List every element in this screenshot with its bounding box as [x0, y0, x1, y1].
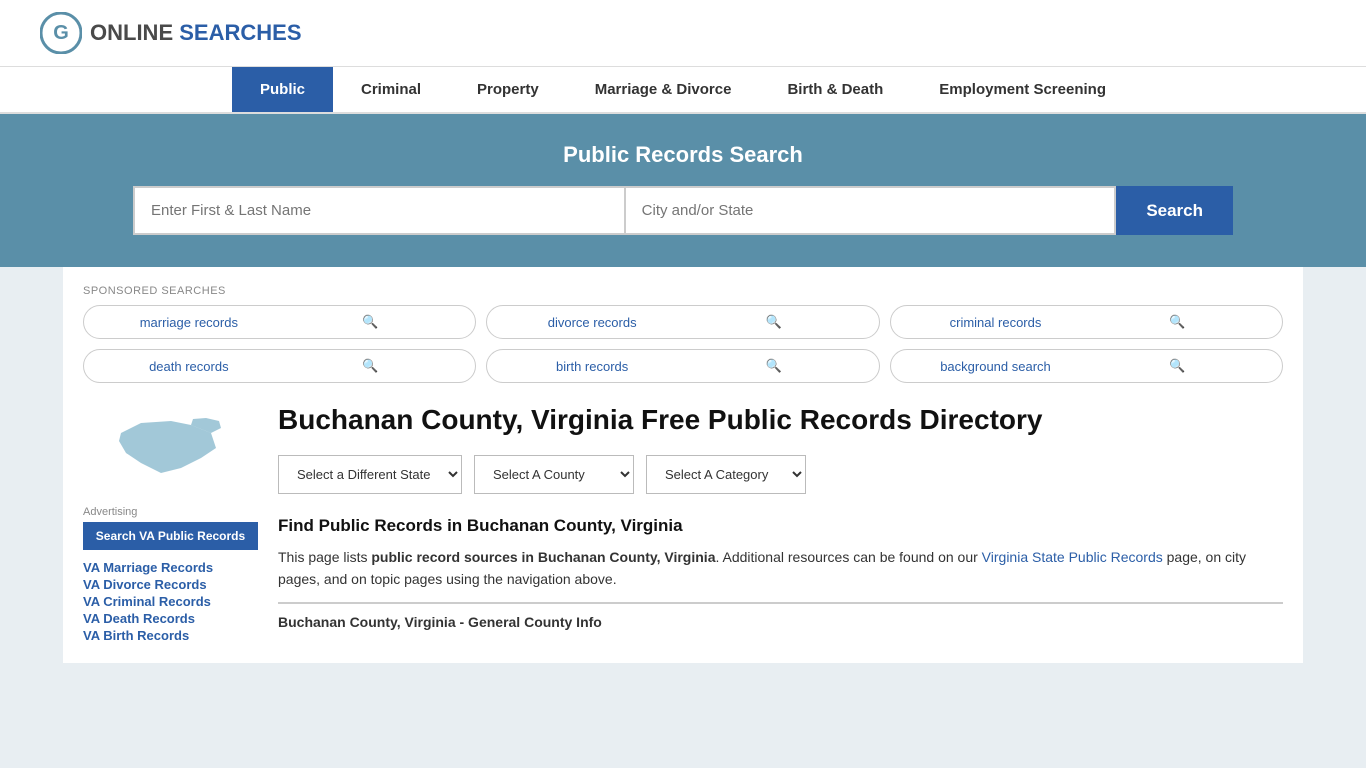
main-nav: Public Criminal Property Marriage & Divo… — [0, 67, 1366, 114]
logo-text: ONLINE SEARCHES — [90, 20, 302, 46]
sponsored-label: SPONSORED SEARCHES — [83, 285, 1283, 297]
site-header: G ONLINE SEARCHES — [0, 0, 1366, 67]
sponsored-pill-background[interactable]: background search 🔍 — [890, 349, 1283, 383]
location-input[interactable] — [625, 186, 1117, 235]
state-image — [83, 403, 258, 496]
category-select[interactable]: Select A Category — [646, 455, 806, 494]
county-section-title: Buchanan County, Virginia - General Coun… — [278, 614, 1283, 630]
dropdowns-row: Select a Different State Select A County… — [278, 455, 1283, 494]
hero-section: Public Records Search Search — [0, 114, 1366, 267]
search-icon-0: 🔍 — [280, 314, 462, 330]
svg-text:G: G — [53, 22, 69, 44]
state-records-link[interactable]: Virginia State Public Records — [982, 549, 1163, 565]
search-icon-4: 🔍 — [683, 358, 865, 374]
sponsored-pill-divorce[interactable]: divorce records 🔍 — [486, 305, 879, 339]
ad-button[interactable]: Search VA Public Records — [83, 522, 258, 550]
hero-title: Public Records Search — [40, 142, 1326, 168]
content-body: Advertising Search VA Public Records VA … — [83, 403, 1283, 643]
logo[interactable]: G ONLINE SEARCHES — [40, 12, 302, 54]
county-select[interactable]: Select A County — [474, 455, 634, 494]
sidebar-link-birth[interactable]: VA Birth Records — [83, 628, 258, 643]
sidebar-link-divorce[interactable]: VA Divorce Records — [83, 577, 258, 592]
nav-public[interactable]: Public — [232, 67, 333, 112]
state-select[interactable]: Select a Different State — [278, 455, 462, 494]
virginia-map — [111, 403, 231, 493]
sidebar-link-marriage[interactable]: VA Marriage Records — [83, 560, 258, 575]
nav-marriage-divorce[interactable]: Marriage & Divorce — [567, 67, 760, 112]
search-button[interactable]: Search — [1116, 186, 1233, 235]
nav-birth-death[interactable]: Birth & Death — [759, 67, 911, 112]
main-content: Buchanan County, Virginia Free Public Re… — [278, 403, 1283, 643]
nav-criminal[interactable]: Criminal — [333, 67, 449, 112]
hero-search-form: Search — [133, 186, 1233, 235]
find-desc: This page lists public record sources in… — [278, 546, 1283, 591]
sidebar: Advertising Search VA Public Records VA … — [83, 403, 258, 643]
name-input[interactable] — [133, 186, 625, 235]
sidebar-links: VA Marriage Records VA Divorce Records V… — [83, 560, 258, 643]
county-section: Buchanan County, Virginia - General Coun… — [278, 602, 1283, 630]
nav-property[interactable]: Property — [449, 67, 567, 112]
nav-employment[interactable]: Employment Screening — [911, 67, 1134, 112]
search-icon-2: 🔍 — [1086, 314, 1268, 330]
search-icon-1: 🔍 — [683, 314, 865, 330]
page-title: Buchanan County, Virginia Free Public Re… — [278, 403, 1283, 437]
logo-icon: G — [40, 12, 82, 54]
sponsored-pill-criminal[interactable]: criminal records 🔍 — [890, 305, 1283, 339]
sponsored-pill-birth[interactable]: birth records 🔍 — [486, 349, 879, 383]
advertising-label: Advertising — [83, 506, 258, 518]
sidebar-link-death[interactable]: VA Death Records — [83, 611, 258, 626]
find-title: Find Public Records in Buchanan County, … — [278, 516, 1283, 536]
sidebar-link-criminal[interactable]: VA Criminal Records — [83, 594, 258, 609]
sponsored-grid: marriage records 🔍 divorce records 🔍 cri… — [83, 305, 1283, 383]
sponsored-section: SPONSORED SEARCHES marriage records 🔍 di… — [83, 285, 1283, 643]
search-icon-3: 🔍 — [280, 358, 462, 374]
sponsored-pill-death[interactable]: death records 🔍 — [83, 349, 476, 383]
search-icon-5: 🔍 — [1086, 358, 1268, 374]
sponsored-pill-marriage[interactable]: marriage records 🔍 — [83, 305, 476, 339]
